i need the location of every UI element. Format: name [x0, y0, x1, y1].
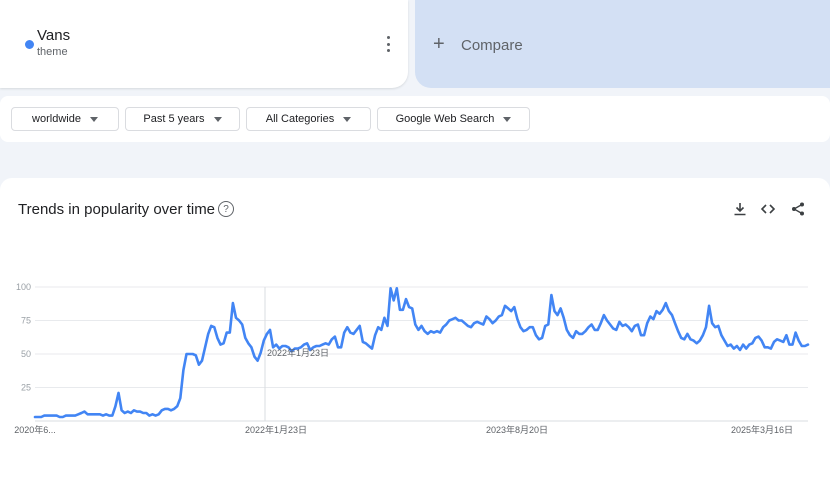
filter-category-dropdown[interactable]: All Categories — [246, 107, 371, 131]
filter-time-label: Past 5 years — [143, 113, 205, 125]
series-color-dot — [25, 40, 34, 49]
line-chart[interactable]: 25 50 75 100 2020年6... 2022年1月23日 2023年8月20日 20… — [0, 270, 830, 440]
filter-search-type-label: Google Web Search — [395, 113, 495, 125]
search-term-card: Vans theme — [0, 0, 408, 88]
y-tick-label: 50 — [21, 349, 31, 359]
y-tick-label: 75 — [21, 316, 31, 326]
help-icon[interactable]: ? — [218, 201, 234, 217]
search-term-name[interactable]: Vans — [37, 27, 70, 44]
x-tick-label: 2020年6... — [14, 424, 56, 435]
filter-time-dropdown[interactable]: Past 5 years — [125, 107, 240, 131]
chevron-down-icon — [89, 116, 98, 122]
search-term-type: theme — [37, 46, 68, 58]
download-icon[interactable] — [730, 199, 750, 219]
x-tick-label: 2023年8月20日 — [486, 424, 548, 435]
filter-location-label: worldwide — [32, 113, 81, 125]
more-options-icon[interactable] — [380, 34, 396, 54]
filter-category-label: All Categories — [265, 113, 335, 125]
chevron-down-icon — [503, 116, 512, 122]
plus-icon[interactable]: + — [433, 33, 445, 56]
chevron-down-icon — [343, 116, 352, 122]
chevron-down-icon — [213, 116, 222, 122]
x-tick-label: 2025年3月16日 — [731, 424, 793, 435]
y-tick-label: 25 — [21, 383, 31, 393]
filter-location-dropdown[interactable]: worldwide — [11, 107, 119, 131]
chart-title: Trends in popularity over time — [18, 201, 216, 218]
hover-marker-label: 2022年1月23日 — [267, 347, 329, 358]
series-line-vans — [33, 287, 810, 419]
y-tick-label: 100 — [16, 282, 31, 292]
share-icon[interactable] — [788, 199, 808, 219]
x-tick-label: 2022年1月23日 — [245, 424, 307, 435]
filter-search-type-dropdown[interactable]: Google Web Search — [377, 107, 530, 131]
compare-label[interactable]: Compare — [461, 37, 523, 54]
embed-icon[interactable] — [758, 199, 778, 219]
